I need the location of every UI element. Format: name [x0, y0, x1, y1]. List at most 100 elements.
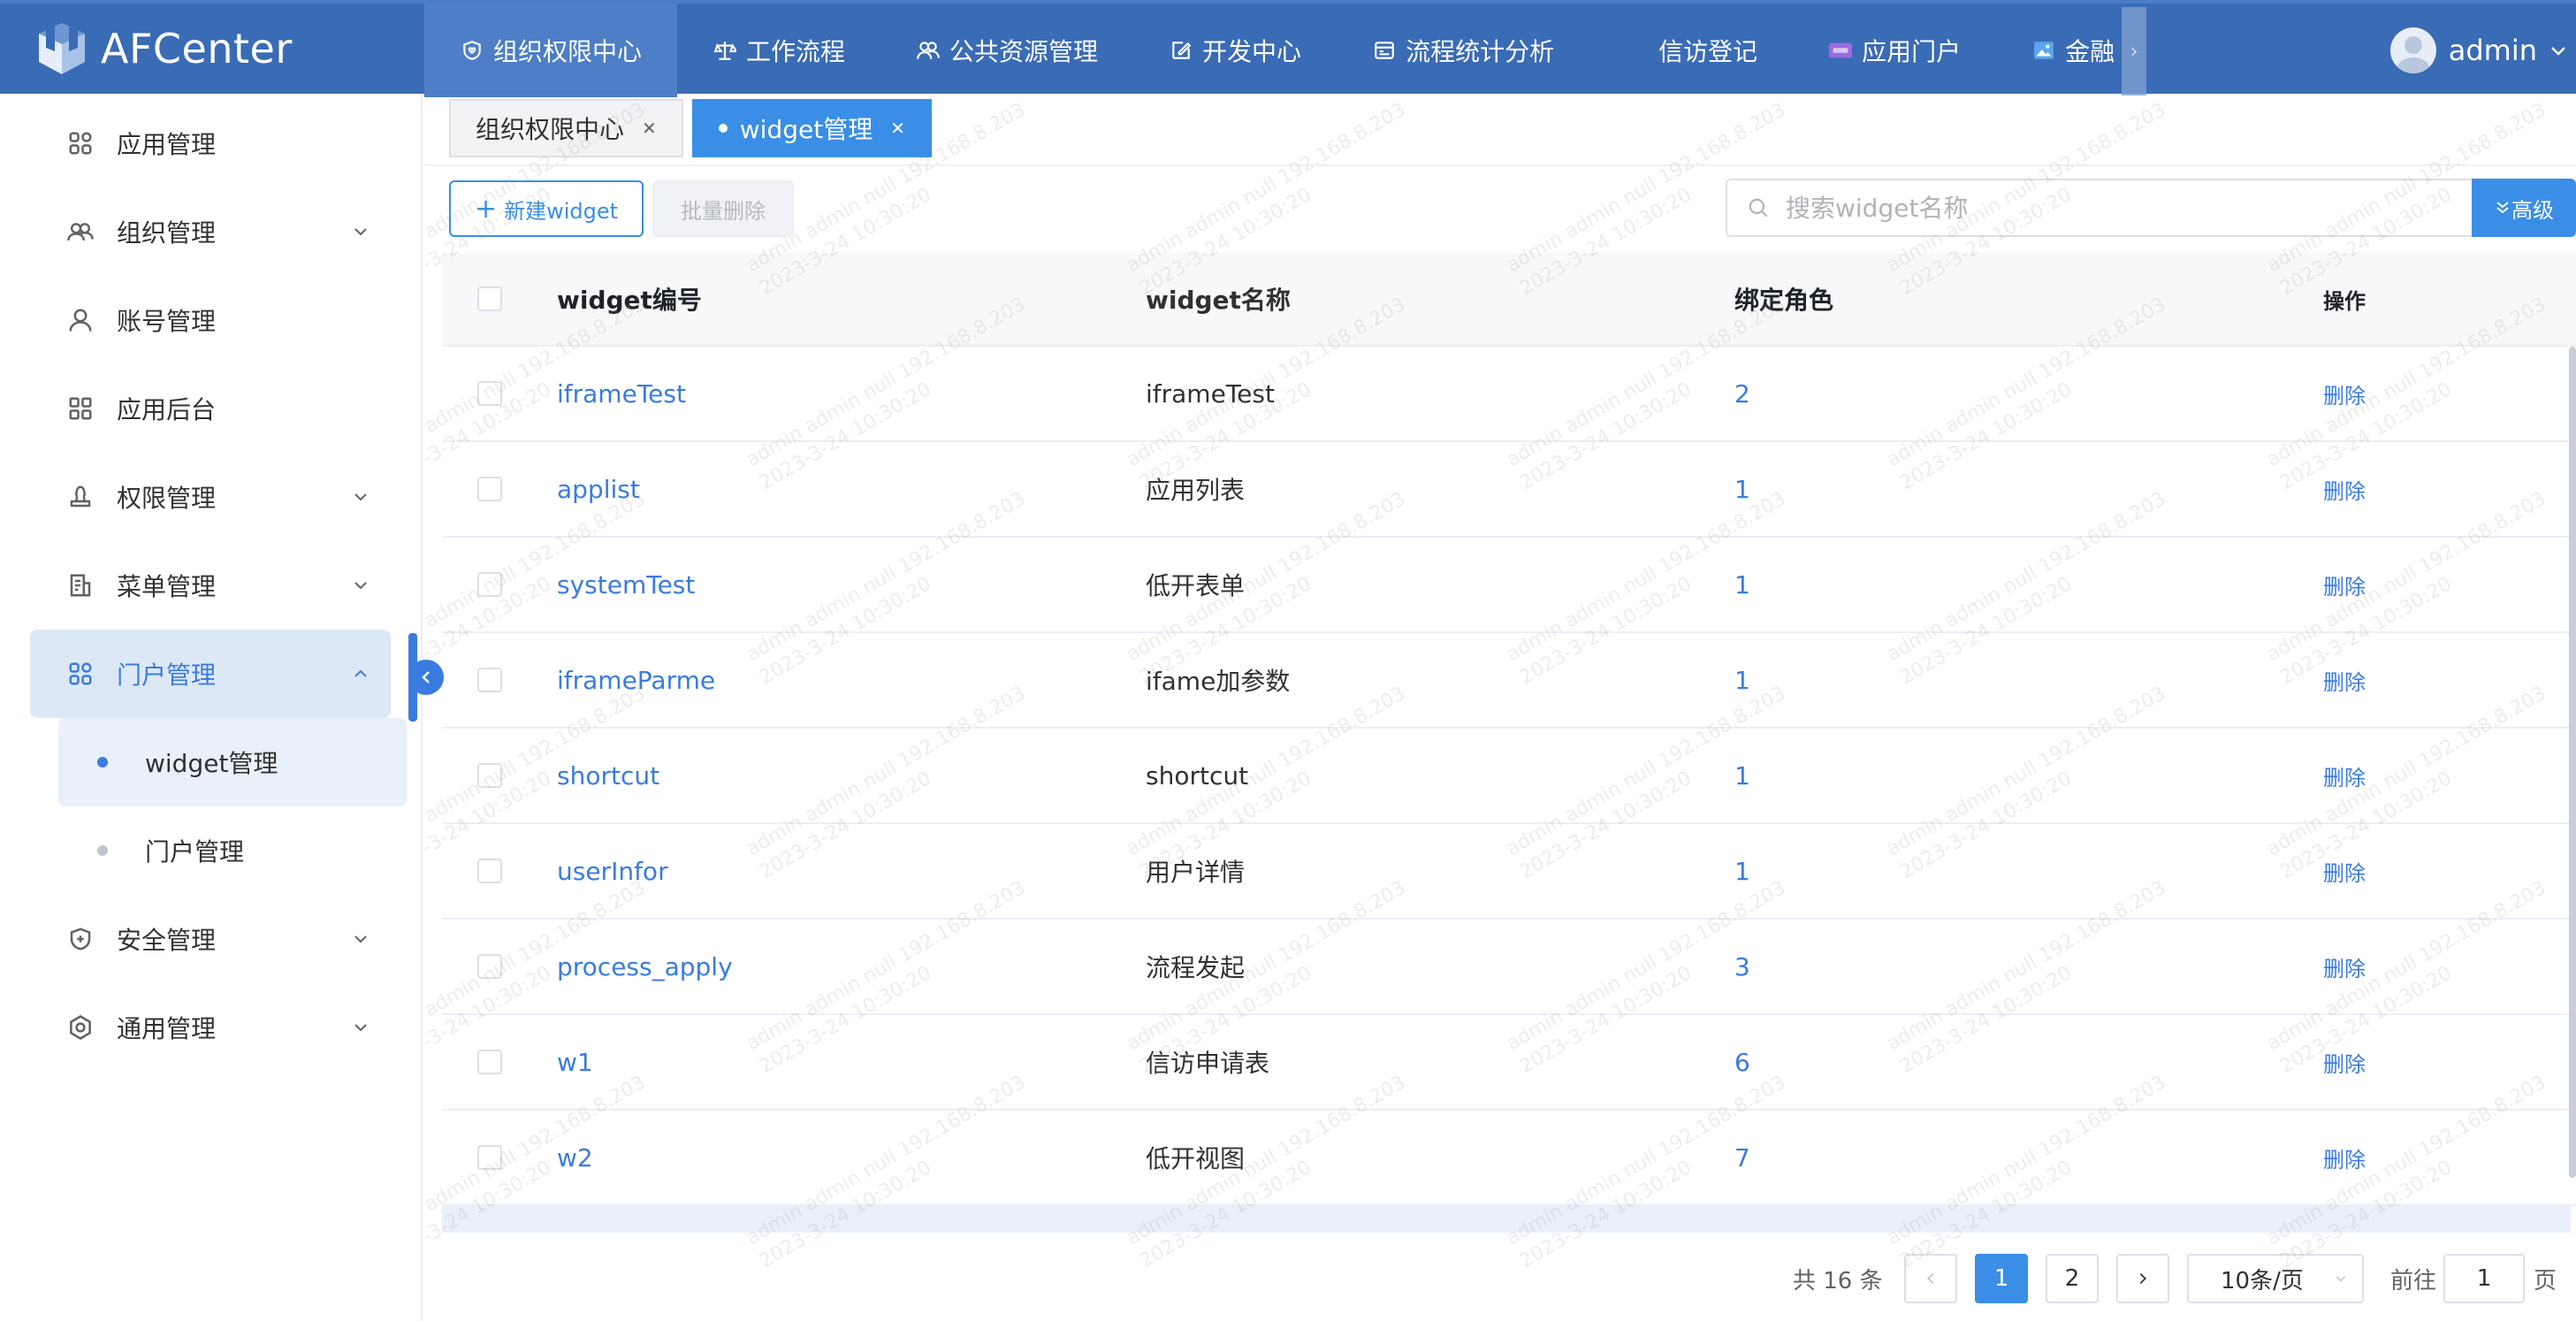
chevron-left-icon: [422, 671, 430, 683]
delete-link[interactable]: 删除: [2323, 569, 2576, 600]
sidebar-item-label: 菜单管理: [117, 572, 217, 601]
search-input[interactable]: [1786, 193, 2405, 223]
topnav-item-workflow[interactable]: 工作流程: [677, 4, 880, 97]
delete-link[interactable]: 删除: [2323, 378, 2576, 409]
page-button-1[interactable]: 1: [1975, 1254, 2028, 1303]
column-header-roles[interactable]: 绑定角色: [1734, 281, 2323, 317]
delete-link[interactable]: 删除: [2323, 474, 2576, 505]
sidebar-item-label: 权限管理: [117, 484, 217, 513]
sidebar-item-org-management[interactable]: 组织管理: [0, 187, 421, 276]
delete-link[interactable]: 删除: [2323, 856, 2576, 887]
row-check-cell: [442, 954, 557, 979]
sidebar-collapse-button[interactable]: [408, 633, 444, 722]
bound-roles-link[interactable]: 1: [1734, 761, 2323, 790]
delete-link[interactable]: 删除: [2323, 1047, 2576, 1078]
row-checkbox[interactable]: [477, 668, 502, 692]
table-horizontal-scrollbar[interactable]: [442, 1206, 2571, 1233]
topnav-item-public-resources[interactable]: 公共资源管理: [880, 4, 1133, 97]
topnav-item-org-permission[interactable]: 组织权限中心: [424, 4, 678, 97]
close-icon[interactable]: ✕: [642, 118, 657, 139]
user-menu[interactable]: admin: [2389, 4, 2576, 97]
widget-id-link[interactable]: systemTest: [557, 570, 1146, 599]
widget-id-link[interactable]: shortcut: [557, 761, 1146, 790]
row-check-cell: [442, 859, 557, 883]
active-dot-icon: [97, 757, 108, 767]
column-header-name[interactable]: widget名称: [1146, 281, 1734, 317]
topnav-item-petition[interactable]: 信访登记: [1589, 4, 1793, 97]
portal-grid-icon: [65, 659, 95, 689]
page-button-2[interactable]: 2: [2046, 1254, 2099, 1303]
shield-heart-icon: [460, 38, 484, 63]
delete-link[interactable]: 删除: [2323, 665, 2576, 696]
sidebar-item-menu-management[interactable]: 菜单管理: [0, 541, 421, 630]
user-avatar-icon: [2395, 36, 2431, 73]
next-page-button[interactable]: [2116, 1254, 2169, 1303]
widget-id-link[interactable]: userInfor: [557, 857, 1146, 886]
scale-icon: [713, 38, 737, 63]
sidebar-subitem-portal-management[interactable]: 门户管理: [0, 806, 421, 895]
widget-id-link[interactable]: w2: [557, 1143, 1146, 1172]
select-all-checkbox[interactable]: [477, 286, 502, 311]
row-checkbox[interactable]: [477, 1050, 502, 1074]
row-checkbox[interactable]: [477, 954, 502, 979]
sidebar-item-app-management[interactable]: 应用管理: [0, 99, 421, 187]
logo[interactable]: AFCenter: [0, 4, 424, 94]
sidebar-item-portal-management[interactable]: 门户管理: [30, 630, 391, 718]
delete-link[interactable]: 删除: [2323, 951, 2576, 982]
row-checkbox[interactable]: [477, 859, 502, 883]
topnav-label: 工作流程: [746, 37, 846, 66]
active-dot-icon: [718, 124, 728, 133]
widget-id-link[interactable]: process_apply: [557, 952, 1146, 981]
search-icon: [1749, 198, 1768, 218]
page-size-select[interactable]: 10条/页: [2187, 1254, 2364, 1303]
bound-roles-link[interactable]: 3: [1734, 952, 2323, 981]
delete-link[interactable]: 删除: [2323, 760, 2576, 791]
topnav-label: 金融: [2065, 37, 2115, 66]
table-row: iframeTest iframeTest 2 删除: [442, 347, 2576, 442]
widget-id-link[interactable]: w1: [557, 1048, 1146, 1077]
row-check-cell: [442, 381, 557, 406]
row-checkbox[interactable]: [477, 1145, 502, 1170]
bound-roles-link[interactable]: 6: [1734, 1048, 2323, 1077]
sidebar-item-account-management[interactable]: 账号管理: [0, 276, 421, 364]
new-widget-button[interactable]: + 新建widget: [449, 180, 644, 237]
column-header-id[interactable]: widget编号: [557, 281, 1146, 317]
row-checkbox[interactable]: [477, 381, 502, 406]
topnav-item-process-stats[interactable]: 流程统计分析: [1337, 4, 1589, 97]
sidebar-subitem-widget-management[interactable]: widget管理: [58, 718, 407, 806]
table-header: widget编号 widget名称 绑定角色 操作: [442, 253, 2576, 347]
sidebar-item-permission-management[interactable]: 权限管理: [0, 453, 421, 541]
batch-delete-button[interactable]: 批量删除: [652, 180, 794, 237]
topnav-item-app-portal[interactable]: 应用门户: [1793, 4, 1996, 97]
bound-roles-link[interactable]: 1: [1734, 475, 2323, 504]
topnav-item-dev-center[interactable]: 开发中心: [1133, 4, 1337, 97]
close-icon[interactable]: ✕: [890, 118, 905, 139]
chevron-down-icon: [354, 228, 367, 236]
widget-id-link[interactable]: iframeTest: [557, 379, 1146, 409]
table-vertical-scrollbar[interactable]: [2569, 347, 2576, 1178]
sidebar-item-general-management[interactable]: 通用管理: [0, 983, 421, 1072]
bound-roles-link[interactable]: 2: [1734, 379, 2323, 409]
widget-id-link[interactable]: iframeParme: [557, 666, 1146, 695]
prev-page-button[interactable]: [1904, 1254, 1957, 1303]
goto-page-input[interactable]: 1: [2443, 1254, 2525, 1303]
widget-name: 用户详情: [1146, 858, 1246, 887]
bound-roles-link[interactable]: 1: [1734, 857, 2323, 886]
row-checkbox[interactable]: [477, 477, 502, 501]
bound-roles-link[interactable]: 7: [1734, 1143, 2323, 1172]
tab-widget-management[interactable]: widget管理 ✕: [691, 99, 932, 157]
app-name: AFCenter: [101, 25, 293, 73]
batch-delete-label: 批量删除: [681, 198, 766, 224]
row-checkbox[interactable]: [477, 572, 502, 597]
bound-roles-link[interactable]: 1: [1734, 666, 2323, 695]
bound-roles-link[interactable]: 1: [1734, 570, 2323, 599]
delete-link[interactable]: 删除: [2323, 1142, 2576, 1173]
row-checkbox[interactable]: [477, 763, 502, 788]
advanced-search-button[interactable]: 高级: [2472, 179, 2576, 237]
sidebar-item-security-management[interactable]: 安全管理: [0, 895, 421, 983]
nav-scroll-right-button[interactable]: ›: [2122, 7, 2146, 95]
table-row: shortcut shortcut 1 删除: [442, 729, 2576, 824]
widget-id-link[interactable]: applist: [557, 475, 1146, 504]
sidebar-item-app-backend[interactable]: 应用后台: [0, 364, 421, 453]
tab-org-permission[interactable]: 组织权限中心 ✕: [449, 99, 683, 157]
